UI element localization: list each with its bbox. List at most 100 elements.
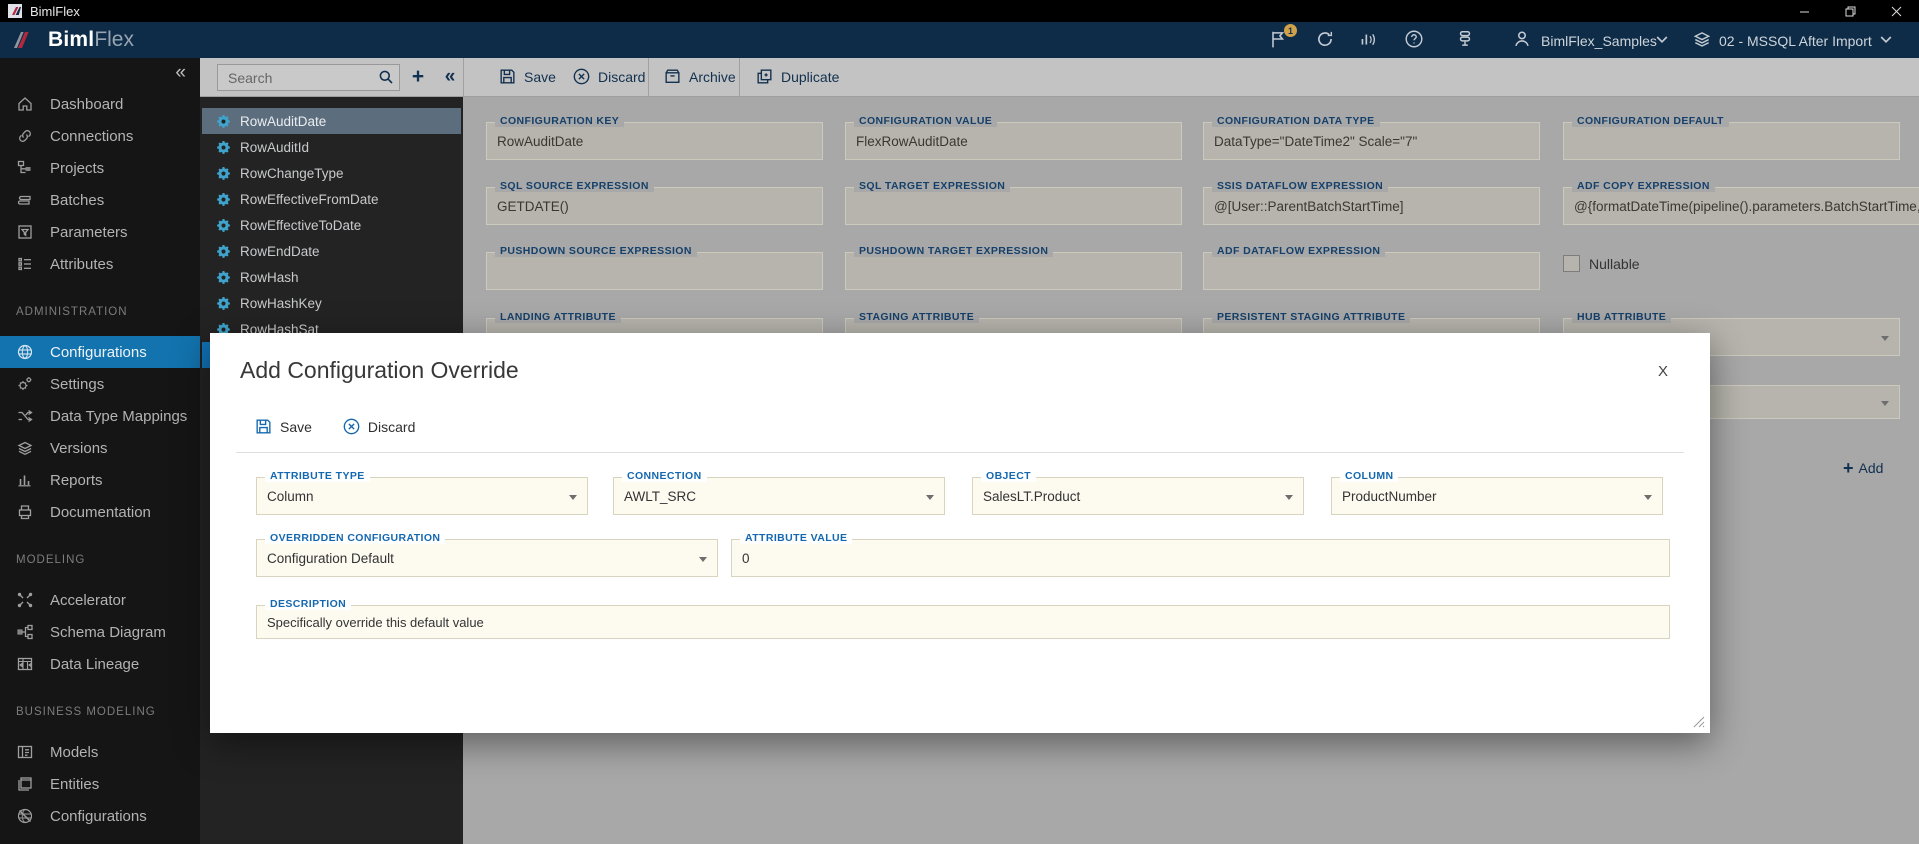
sidebar-item-data-lineage[interactable]: Data Lineage <box>0 648 200 680</box>
sidebar-item-data-type-mappings[interactable]: Data Type Mappings <box>0 400 200 432</box>
sidebar-item-configurations[interactable]: Configurations <box>0 336 200 368</box>
sidebar-item-accelerator[interactable]: Accelerator <box>0 584 200 616</box>
sidebar-collapse-button[interactable]: « <box>0 58 200 88</box>
duplicate-button[interactable]: Duplicate <box>755 67 839 86</box>
sidebar-item-entities[interactable]: Entities <box>0 768 200 800</box>
list-item-label: RowEffectiveFromDate <box>240 191 379 207</box>
sidebar-item-label: Attributes <box>50 255 114 273</box>
save-button[interactable]: Save <box>498 67 556 86</box>
sidebar-item-attributes[interactable]: Attributes <box>0 248 200 280</box>
column-dropdown[interactable]: COLUMN ProductNumber <box>1331 470 1663 515</box>
list-item[interactable]: RowAuditId <box>202 134 461 160</box>
pushdown-target-expression-field[interactable]: PUSHDOWN TARGET EXPRESSION <box>845 245 1182 290</box>
sidebar-item-documentation[interactable]: Documentation <box>0 496 200 528</box>
sidebar-item-reports[interactable]: Reports <box>0 464 200 496</box>
notifications-flag-icon[interactable]: 1 <box>1268 24 1297 51</box>
help-icon[interactable] <box>1404 29 1426 51</box>
adf-copy-expression-field[interactable]: ADF COPY EXPRESSION @{formatDateTime(pip… <box>1563 180 1919 225</box>
configuration-data-type-field[interactable]: CONFIGURATION DATA TYPE DataType="DateTi… <box>1203 115 1540 160</box>
chevron-down-icon[interactable] <box>1880 34 1902 56</box>
archive-button[interactable]: Archive <box>663 67 736 86</box>
list-item[interactable]: RowHash <box>202 264 461 290</box>
refresh-icon[interactable] <box>1315 29 1337 51</box>
sql-target-expression-field[interactable]: SQL TARGET EXPRESSION <box>845 180 1182 225</box>
plus-icon: + <box>411 65 425 88</box>
minimize-button[interactable] <box>1781 0 1827 22</box>
app-header: Biml Flex 1 BimlFlex_Samples 02 - MSSQL A… <box>0 22 1919 58</box>
sidebar-item-label: Dashboard <box>50 95 124 113</box>
list-item[interactable]: RowChangeType <box>202 160 461 186</box>
account-selector[interactable]: BimlFlex_Samples <box>1541 33 1657 49</box>
list-item[interactable]: RowEffectiveToDate <box>202 212 461 238</box>
configuration-default-field[interactable]: CONFIGURATION DEFAULT <box>1563 115 1900 160</box>
save-label: Save <box>524 68 556 85</box>
window-titlebar: BimlFlex <box>0 0 1919 22</box>
plus-icon: + <box>1843 458 1854 478</box>
configuration-value-field[interactable]: CONFIGURATION VALUE FlexRowAuditDate <box>845 115 1182 160</box>
configuration-key-field[interactable]: CONFIGURATION KEY RowAuditDate <box>486 115 823 160</box>
field-label: SQL TARGET EXPRESSION <box>854 180 1011 192</box>
discard-button[interactable]: Discard <box>572 67 645 86</box>
dialog-discard-button[interactable]: Discard <box>342 417 415 436</box>
search-icon[interactable] <box>378 69 394 85</box>
sidebar-item-dashboard[interactable]: Dashboard <box>0 88 200 120</box>
attribute-type-dropdown[interactable]: ATTRIBUTE TYPE Column <box>256 470 588 515</box>
adf-dataflow-expression-field[interactable]: ADF DATAFLOW EXPRESSION <box>1203 245 1540 290</box>
chevron-down-icon[interactable] <box>1656 34 1678 56</box>
add-item-button[interactable]: + <box>405 62 431 92</box>
list-item-label: RowHashKey <box>240 295 322 311</box>
server-icon[interactable] <box>1455 29 1477 51</box>
dialog-resize-handle[interactable] <box>1693 716 1705 728</box>
description-input[interactable]: DESCRIPTION Specifically override this d… <box>256 598 1670 639</box>
pushdown-source-expression-field[interactable]: PUSHDOWN SOURCE EXPRESSION <box>486 245 823 290</box>
environment-selector[interactable]: 02 - MSSQL After Import <box>1719 33 1872 49</box>
sidebar-item-batches[interactable]: Batches <box>0 184 200 216</box>
discard-label: Discard <box>367 418 416 435</box>
attribute-value-input[interactable]: ATTRIBUTE VALUE 0 <box>731 532 1670 577</box>
restore-button[interactable] <box>1827 0 1873 22</box>
search-input[interactable] <box>217 64 400 91</box>
field-label: HUB ATTRIBUTE <box>1572 311 1672 323</box>
parameters-icon <box>16 223 34 241</box>
data-lineage-icon <box>16 655 34 673</box>
sidebar-item-versions[interactable]: Versions <box>0 432 200 464</box>
configurations-icon <box>16 343 34 361</box>
activity-stream-icon[interactable] <box>1358 29 1380 51</box>
sidebar-item-settings[interactable]: Settings <box>0 368 200 400</box>
accelerator-icon <box>16 591 34 609</box>
sql-source-expression-field[interactable]: SQL SOURCE EXPRESSION GETDATE() <box>486 180 823 225</box>
nullable-checkbox[interactable] <box>1563 255 1580 272</box>
dialog-save-button[interactable]: Save <box>254 417 312 436</box>
overridden-configuration-dropdown[interactable]: OVERRIDDEN CONFIGURATION Configuration D… <box>256 532 718 577</box>
app-icon <box>8 4 22 18</box>
sidebar-item-projects[interactable]: Projects <box>0 152 200 184</box>
list-item[interactable]: RowHashKey <box>202 290 461 316</box>
discard-circle-x-icon <box>342 417 361 436</box>
field-label: SSIS DATAFLOW EXPRESSION <box>1212 180 1389 192</box>
dropdown-arrow-icon <box>699 557 707 562</box>
ssis-dataflow-expression-field[interactable]: SSIS DATAFLOW EXPRESSION @[User::ParentB… <box>1203 180 1540 225</box>
object-dropdown[interactable]: OBJECT SalesLT.Product <box>972 470 1304 515</box>
brand-logo-icon <box>12 28 34 52</box>
dialog-close-button[interactable]: X <box>1658 363 1668 380</box>
list-item[interactable]: RowEndDate <box>202 238 461 264</box>
dropdown-arrow-icon <box>1644 495 1652 500</box>
discard-circle-x-icon <box>572 67 591 86</box>
list-item[interactable]: RowEffectiveFromDate <box>202 186 461 212</box>
connection-dropdown[interactable]: CONNECTION AWLT_SRC <box>613 470 945 515</box>
add-override-button[interactable]: + Add <box>1843 458 1883 478</box>
sidebar-item-schema-diagram[interactable]: Schema Diagram <box>0 616 200 648</box>
field-label: PUSHDOWN SOURCE EXPRESSION <box>495 245 697 257</box>
panel-collapse-button[interactable]: « <box>437 62 463 92</box>
list-item[interactable]: RowAuditDate <box>202 108 461 134</box>
bar-chart-icon <box>16 471 34 489</box>
close-button[interactable] <box>1873 0 1919 22</box>
sidebar-item-connections[interactable]: Connections <box>0 120 200 152</box>
list-item-label: RowEndDate <box>240 243 320 259</box>
sidebar-item-configurations-business[interactable]: Configurations <box>0 800 200 832</box>
archive-icon <box>663 67 682 86</box>
brand-logo: Biml Flex <box>48 28 134 52</box>
sidebar-item-models[interactable]: Models <box>0 736 200 768</box>
sidebar-item-parameters[interactable]: Parameters <box>0 216 200 248</box>
gear-icon <box>16 375 34 393</box>
